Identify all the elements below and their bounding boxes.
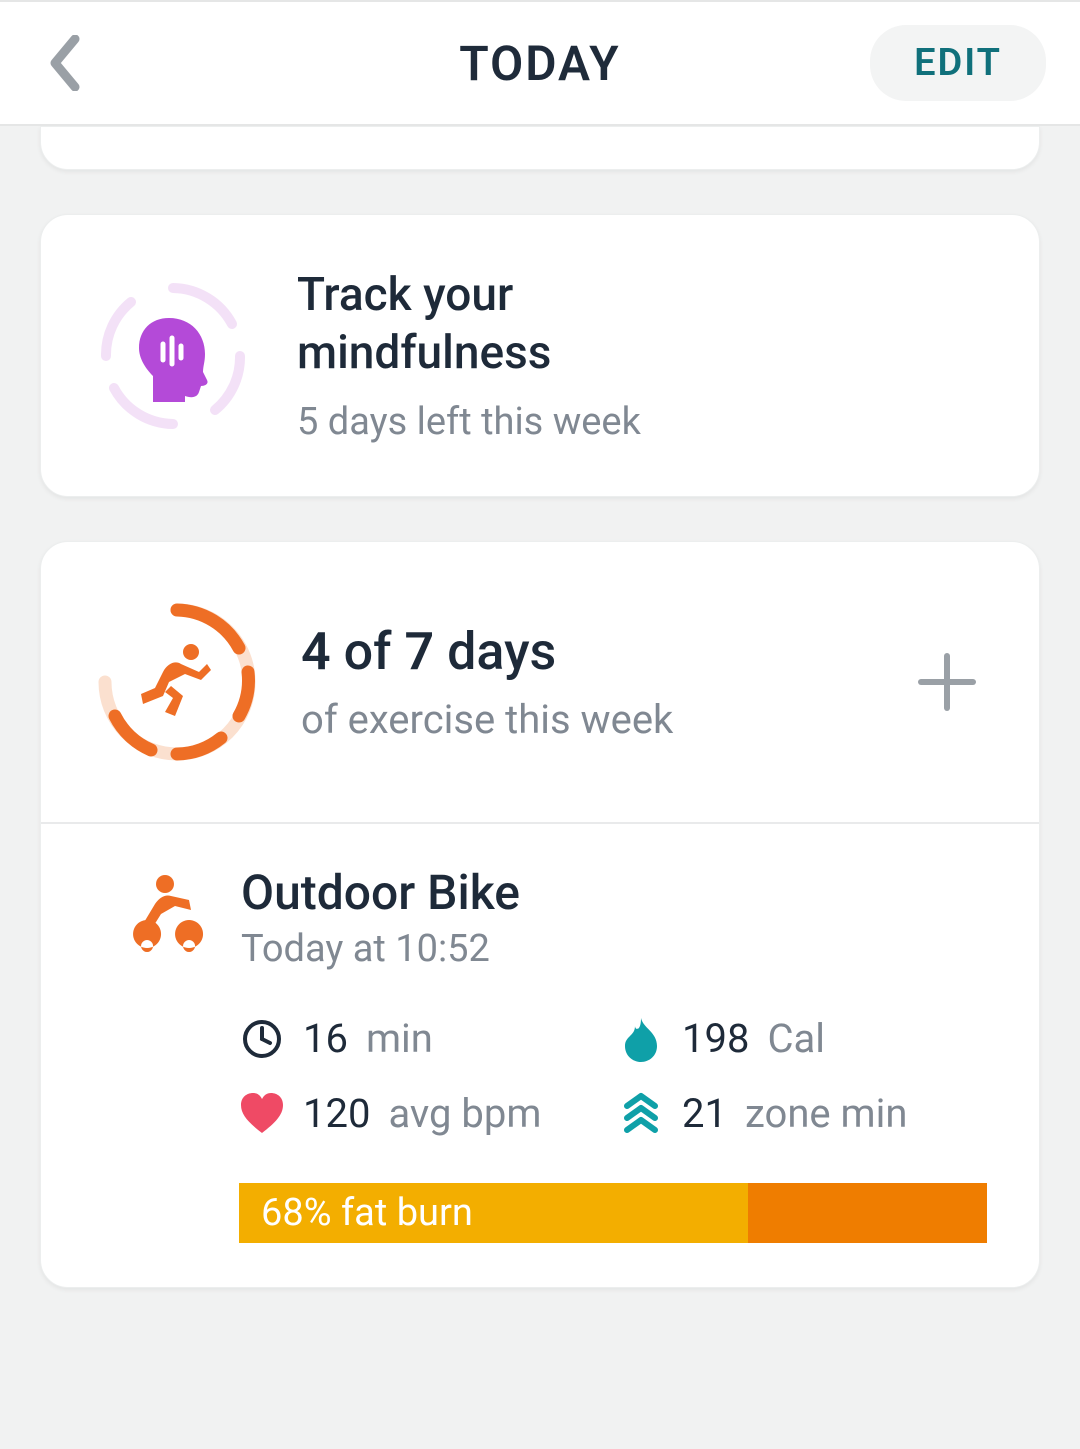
back-button[interactable]	[34, 28, 94, 98]
stat-zone-value: 21	[682, 1090, 727, 1137]
mindfulness-progress-ring	[93, 276, 253, 436]
stat-bpm-unit: avg bpm	[388, 1090, 541, 1137]
mindfulness-card[interactable]: Track your mindfulness 5 days left this …	[40, 214, 1040, 497]
plus-icon	[917, 652, 977, 712]
exercise-summary-text: 4 of 7 days of exercise this week	[301, 621, 673, 743]
stat-duration-value: 16	[303, 1015, 348, 1062]
page-title: TODAY	[459, 35, 620, 92]
chevron-left-icon	[47, 35, 81, 91]
stat-calories: 198 Cal	[618, 1015, 987, 1062]
stat-duration: 16 min	[239, 1015, 608, 1062]
stat-calories-unit: Cal	[767, 1015, 825, 1062]
stat-zone-minutes: 21 zone min	[618, 1090, 987, 1137]
app-header: TODAY EDIT	[0, 0, 1080, 126]
exercise-days-word: days	[447, 621, 556, 682]
previous-card-peek[interactable]	[40, 126, 1040, 170]
flame-icon	[618, 1016, 664, 1062]
workout-entry[interactable]: Outdoor Bike Today at 10:52 16 min 198	[41, 824, 1039, 1287]
exercise-days-total: 7	[404, 621, 434, 682]
mindfulness-title-line2: mindfulness	[297, 326, 551, 380]
workout-timestamp: Today at 10:52	[241, 927, 520, 971]
runner-icon	[141, 644, 211, 716]
exercise-card[interactable]: 4 of 7 days of exercise this week	[40, 541, 1040, 1288]
mindfulness-text: Track your mindfulness 5 days left this …	[297, 267, 641, 444]
stat-calories-value: 198	[682, 1015, 749, 1062]
exercise-days-completed: 4	[301, 621, 331, 682]
mindfulness-title-line1: Track your	[297, 268, 513, 322]
stat-duration-unit: min	[366, 1015, 433, 1062]
stat-bpm-value: 120	[303, 1090, 370, 1137]
workout-name: Outdoor Bike	[241, 864, 520, 921]
zone-icon	[618, 1091, 664, 1137]
exercise-ring-icon	[93, 598, 261, 766]
exercise-summary-row[interactable]: 4 of 7 days of exercise this week	[41, 542, 1039, 824]
add-exercise-button[interactable]	[911, 646, 983, 718]
fatburn-label: 68% fat burn	[239, 1191, 473, 1235]
clock-icon	[239, 1016, 285, 1062]
workout-header: Outdoor Bike Today at 10:52	[117, 864, 987, 971]
edit-button[interactable]: EDIT	[870, 25, 1046, 101]
exercise-progress-ring	[93, 598, 261, 766]
cycling-icon	[117, 870, 213, 966]
stat-zone-unit: zone min	[745, 1090, 907, 1137]
mindfulness-ring-icon	[93, 276, 253, 436]
mindfulness-subtitle: 5 days left this week	[297, 400, 641, 444]
fatburn-bar: 68% fat burn	[239, 1183, 987, 1243]
workout-stats: 16 min 198 Cal 120 avg bpm	[117, 1015, 987, 1137]
heart-icon	[239, 1091, 285, 1137]
exercise-subtitle: of exercise this week	[301, 696, 673, 743]
exercise-of-word: of	[344, 621, 392, 682]
stat-heart-rate: 120 avg bpm	[239, 1090, 608, 1137]
scroll-area[interactable]: Track your mindfulness 5 days left this …	[0, 126, 1080, 1328]
